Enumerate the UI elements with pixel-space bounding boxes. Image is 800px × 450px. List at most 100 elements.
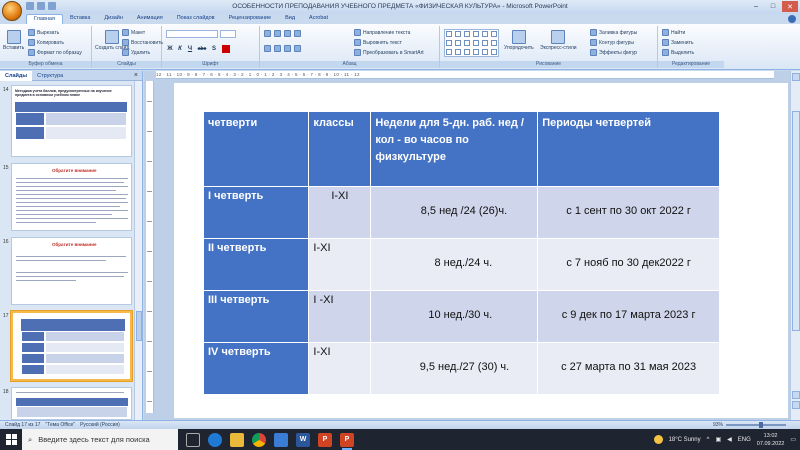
numbering-icon[interactable] bbox=[274, 30, 281, 37]
scroll-thumb[interactable] bbox=[136, 311, 142, 341]
align-center-icon[interactable] bbox=[274, 45, 281, 52]
cell-period[interactable]: с 9 дек по 17 марта 2023 г bbox=[537, 289, 720, 342]
word-icon[interactable]: W bbox=[296, 432, 310, 447]
weather-text[interactable]: 18°C Sunny bbox=[669, 437, 701, 443]
header-weeks[interactable]: Недели для 5-дн. раб. нед /кол - во часо… bbox=[370, 112, 539, 186]
maximize-button[interactable]: □ bbox=[765, 1, 781, 12]
smartart-button[interactable]: Преобразовать в SmartArt bbox=[354, 49, 424, 56]
slide-thumbnail[interactable]: Обратите внимание bbox=[11, 237, 132, 305]
cell-classes[interactable]: I-XI bbox=[308, 341, 372, 394]
cell-weeks[interactable]: 8 нед./24 ч. bbox=[370, 237, 539, 290]
cell-period[interactable]: с 27 марта по 31 мая 2023 bbox=[537, 341, 720, 394]
replace-button[interactable]: Заменить bbox=[662, 39, 693, 46]
chrome-icon[interactable] bbox=[252, 432, 266, 447]
strikethrough-button[interactable]: abc bbox=[196, 45, 208, 53]
close-button[interactable]: ✕ bbox=[782, 1, 798, 12]
justify-icon[interactable] bbox=[294, 45, 301, 52]
paste-button[interactable]: Вставить bbox=[3, 30, 24, 51]
cell-period[interactable]: с 1 сент по 30 окт 2022 г bbox=[537, 185, 720, 238]
slide-thumbnail[interactable]: Методика учета баллов, предусмотренных н… bbox=[11, 85, 132, 157]
minimize-button[interactable]: – bbox=[748, 1, 764, 12]
format-painter-button[interactable]: Формат по образцу bbox=[28, 49, 82, 56]
indent-decrease-icon[interactable] bbox=[284, 30, 291, 37]
cell-classes[interactable]: I -XI bbox=[308, 289, 372, 342]
font-size-combo[interactable] bbox=[220, 30, 236, 38]
delete-slide-button[interactable]: Удалить bbox=[122, 49, 150, 56]
quick-styles-button[interactable]: Экспресс-стили bbox=[540, 30, 577, 51]
italic-button[interactable]: К bbox=[176, 45, 184, 53]
cell-classes[interactable]: I-XI bbox=[308, 237, 372, 290]
reset-button[interactable]: Восстановить bbox=[122, 39, 163, 46]
cell-weeks[interactable]: 10 нед./30 ч. bbox=[370, 289, 539, 342]
edge-icon[interactable] bbox=[208, 432, 222, 447]
file-explorer-icon[interactable] bbox=[230, 432, 244, 447]
cell-quarter[interactable]: II четверть bbox=[204, 237, 310, 290]
shape-outline-button[interactable]: Контур фигуры bbox=[590, 39, 634, 46]
scroll-up-button[interactable] bbox=[792, 73, 800, 81]
slide-thumbnail[interactable]: Обратите внимание bbox=[11, 163, 132, 231]
text-direction-button[interactable]: Направление текста bbox=[354, 29, 410, 36]
slide-canvas[interactable]: четверти классы Недели для 5-дн. раб. не… bbox=[174, 83, 788, 418]
office-button[interactable] bbox=[2, 1, 22, 21]
shape-fill-button[interactable]: Заливка фигуры bbox=[590, 29, 637, 36]
cut-button[interactable]: Вырезать bbox=[28, 29, 59, 36]
search-input[interactable]: Введите здесь текст для поиска bbox=[38, 435, 150, 444]
header-quarter[interactable]: четверти bbox=[204, 112, 310, 186]
align-left-icon[interactable] bbox=[264, 45, 271, 52]
editor-scrollbar[interactable] bbox=[790, 71, 800, 420]
smartart-icon bbox=[354, 49, 361, 56]
font-name-combo[interactable] bbox=[166, 30, 218, 38]
bullets-icon[interactable] bbox=[264, 30, 271, 37]
next-slide-button[interactable] bbox=[792, 401, 800, 409]
help-icon[interactable] bbox=[788, 15, 796, 23]
tab-slides[interactable]: Слайды bbox=[0, 70, 33, 81]
underline-button[interactable]: Ч bbox=[186, 45, 194, 53]
shapes-gallery[interactable] bbox=[444, 29, 499, 57]
zoom-slider[interactable] bbox=[726, 422, 786, 428]
cell-weeks[interactable]: 8,5 нед /24 (26)ч. bbox=[370, 185, 539, 238]
font-color-button[interactable] bbox=[222, 45, 230, 53]
powerpoint-icon[interactable]: P bbox=[318, 432, 332, 447]
cell-quarter[interactable]: III четверть bbox=[204, 289, 310, 342]
start-button[interactable] bbox=[0, 429, 22, 450]
tab-outline[interactable]: Структура bbox=[32, 73, 68, 79]
language-indicator[interactable]: Русский (Россия) bbox=[80, 422, 120, 428]
clock[interactable]: 13:02 07.09.2022 bbox=[757, 432, 785, 448]
copy-button[interactable]: Копировать bbox=[28, 39, 64, 46]
task-view-icon[interactable] bbox=[186, 432, 200, 447]
header-period[interactable]: Периоды четвертей bbox=[537, 112, 720, 186]
align-text-button[interactable]: Выровнять текст bbox=[354, 39, 402, 46]
shape-effects-button[interactable]: Эффекты фигур bbox=[590, 49, 637, 56]
align-right-icon[interactable] bbox=[284, 45, 291, 52]
taskbar-search[interactable]: ⌕ Введите здесь текст для поиска bbox=[22, 429, 178, 450]
store-icon[interactable] bbox=[274, 432, 288, 447]
network-icon[interactable]: ▣ bbox=[715, 436, 721, 443]
notifications-icon[interactable]: ▭ bbox=[790, 436, 796, 443]
header-classes[interactable]: классы bbox=[308, 112, 372, 186]
layout-button[interactable]: Макет bbox=[122, 29, 145, 36]
chevron-up-icon[interactable]: ^ bbox=[707, 437, 710, 443]
volume-icon[interactable]: ◀ bbox=[727, 436, 732, 443]
select-button[interactable]: Выделить bbox=[662, 49, 694, 56]
cell-quarter[interactable]: I четверть bbox=[204, 185, 310, 238]
find-button[interactable]: Найти bbox=[662, 29, 685, 36]
pane-scrollbar[interactable] bbox=[134, 81, 142, 420]
zoom-level[interactable]: 93% bbox=[713, 422, 723, 428]
slide-thumbnail-selected[interactable] bbox=[11, 311, 132, 381]
scroll-thumb[interactable] bbox=[792, 111, 800, 331]
quarters-table[interactable]: четверти классы Недели для 5-дн. раб. не… bbox=[204, 112, 720, 394]
cell-classes[interactable]: I-XI bbox=[308, 185, 372, 238]
indent-increase-icon[interactable] bbox=[294, 30, 301, 37]
input-language[interactable]: ENG bbox=[738, 437, 751, 443]
cell-weeks[interactable]: 9,5 нед./27 (30) ч. bbox=[370, 341, 539, 394]
cell-quarter[interactable]: IV четверть bbox=[204, 341, 310, 394]
powerpoint-active-icon[interactable]: P bbox=[340, 432, 354, 450]
zoom-slider-knob[interactable] bbox=[759, 422, 763, 428]
cell-period[interactable]: с 7 нояб по 30 дек2022 г bbox=[537, 237, 720, 290]
shadow-button[interactable]: S bbox=[210, 45, 218, 53]
close-pane-icon[interactable]: × bbox=[134, 72, 138, 79]
bold-button[interactable]: Ж bbox=[166, 45, 174, 53]
slide-thumbnail[interactable] bbox=[11, 387, 132, 420]
prev-slide-button[interactable] bbox=[792, 391, 800, 399]
arrange-button[interactable]: Упорядочить bbox=[504, 30, 534, 51]
